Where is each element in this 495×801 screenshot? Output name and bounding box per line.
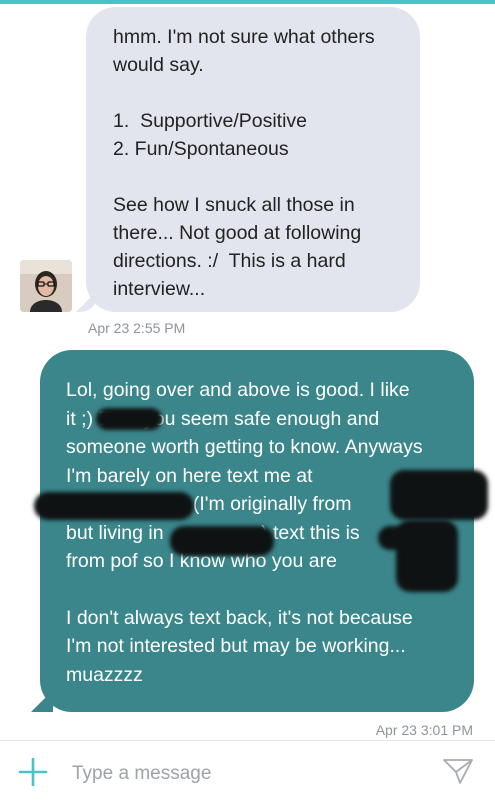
- incoming-line: hmm. I'm not sure what others: [113, 26, 375, 48]
- send-icon: [443, 759, 473, 784]
- outgoing-bubble-tail: [31, 690, 53, 712]
- incoming-line: directions. :/ This is a hard: [113, 250, 346, 272]
- incoming-line: See how I snuck all those in: [113, 194, 355, 216]
- message-input[interactable]: [70, 759, 414, 789]
- outgoing-message-bubble[interactable]: Lol, going over and above is good. I lik…: [31, 350, 488, 712]
- redaction-mark: [378, 526, 408, 550]
- incoming-message-bubble[interactable]: hmm. I'm not sure what others would say.…: [76, 7, 420, 312]
- incoming-line: interview...: [113, 278, 206, 300]
- sender-avatar[interactable]: [20, 260, 72, 312]
- redaction-mark: [390, 470, 488, 520]
- plus-icon: [18, 757, 48, 787]
- incoming-bubble-tail: [76, 290, 98, 312]
- message-thread[interactable]: hmm. I'm not sure what others would say.…: [0, 0, 495, 740]
- outgoing-line: I'm not interested but may be working...: [66, 635, 406, 657]
- incoming-line: there... Not good at following: [113, 222, 362, 244]
- outgoing-line: muazzzz: [66, 663, 143, 686]
- incoming-line: 1. Supportive/Positive: [113, 110, 308, 132]
- user-avatar-icon: [20, 260, 72, 312]
- incoming-line: would say.: [113, 54, 204, 76]
- redaction-mark: [34, 492, 194, 520]
- send-button[interactable]: [442, 757, 474, 785]
- incoming-blank-line: [113, 163, 400, 191]
- redaction-mark: [170, 526, 274, 556]
- outgoing-line: I don't always text back, it's not becau…: [66, 606, 413, 629]
- redaction-mark: [96, 408, 162, 430]
- outgoing-timestamp: Apr 23 3:01 PM: [375, 722, 473, 738]
- message-composer: [0, 740, 495, 801]
- incoming-line: 2. Fun/Spontaneous: [113, 138, 289, 160]
- outgoing-line: Lol, going over and above is good. I lik…: [66, 379, 410, 401]
- incoming-timestamp: Apr 23 2:55 PM: [88, 320, 186, 336]
- add-attachment-button[interactable]: [18, 757, 48, 787]
- incoming-blank-line: [113, 79, 400, 107]
- outgoing-line: someone worth getting to know. Anyways: [66, 436, 423, 458]
